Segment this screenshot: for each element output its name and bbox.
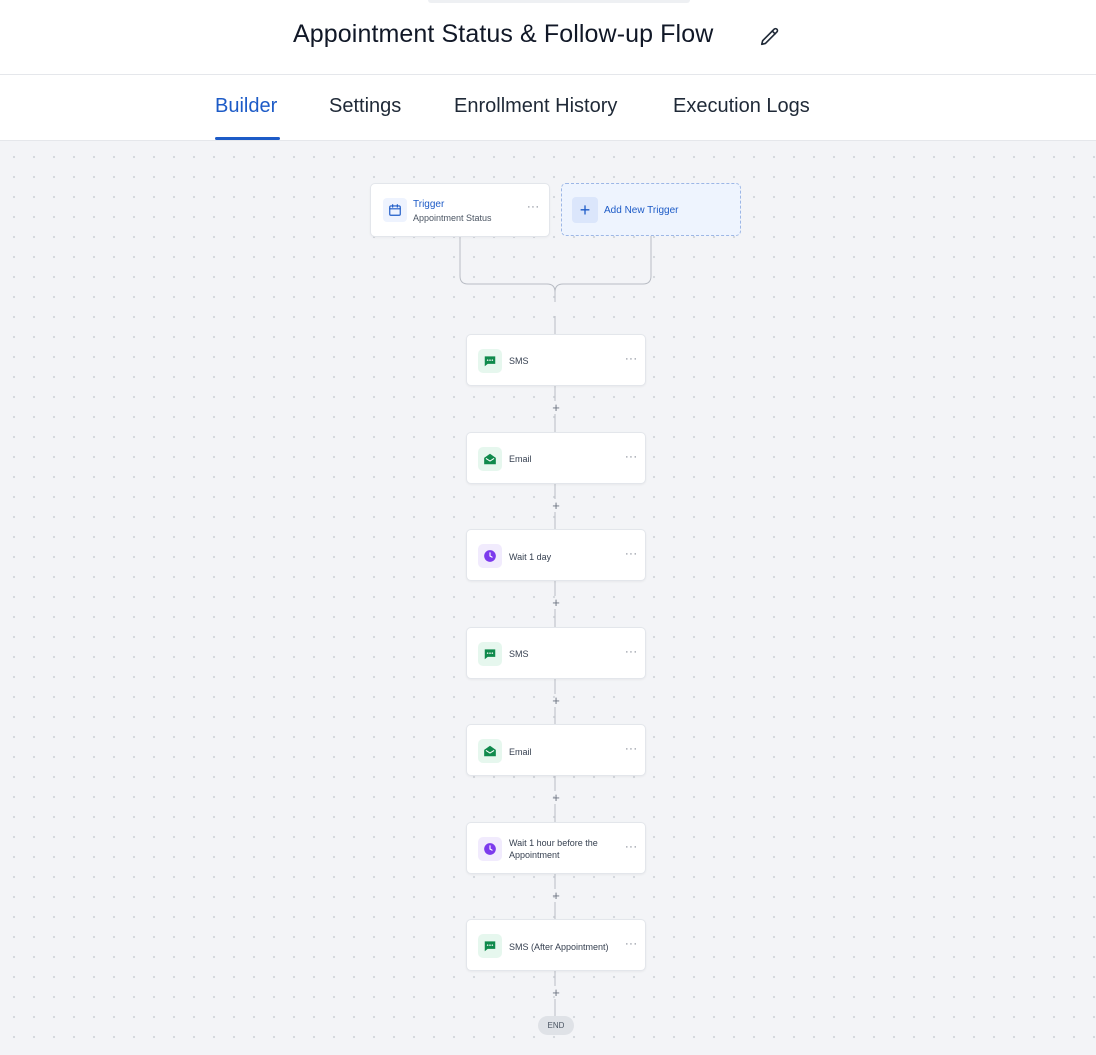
chat-icon [478,349,502,373]
action-label: SMS (After Appointment) [509,942,609,952]
calendar-icon [383,198,407,222]
action-card-sms[interactable]: SMS ··· [466,627,646,679]
action-menu-button[interactable]: ··· [625,354,638,365]
action-label: SMS [509,356,529,366]
active-tab-indicator [215,137,280,140]
clock-icon [478,544,502,568]
add-new-trigger-button[interactable]: + Add New Trigger [561,183,741,236]
chat-icon [478,934,502,958]
action-card-wait[interactable]: Wait 1 hour before the Appointment ··· [466,822,646,874]
action-menu-button[interactable]: ··· [625,647,638,658]
top-handle [428,0,690,3]
add-step-plus-icon[interactable]: + [550,401,562,414]
action-menu-button[interactable]: ··· [625,939,638,950]
action-card-sms[interactable]: SMS ··· [466,334,646,386]
add-step-plus-icon[interactable]: + [550,791,562,804]
action-label: SMS [509,649,529,659]
mail-open-icon [478,739,502,763]
workflow-title: Appointment Status & Follow-up Flow [293,20,714,48]
trigger-title: Trigger [413,199,445,210]
add-trigger-label: Add New Trigger [604,205,679,216]
action-card-wait[interactable]: Wait 1 day ··· [466,529,646,581]
action-card-email[interactable]: Email ··· [466,724,646,776]
end-marker: END [538,1016,574,1035]
action-menu-button[interactable]: ··· [625,744,638,755]
tab-execution-logs[interactable]: Execution Logs [673,95,810,118]
app-header: Appointment Status & Follow-up Flow [0,0,1096,75]
action-label: Email [509,454,532,464]
action-card-sms[interactable]: SMS (After Appointment) ··· [466,919,646,971]
action-menu-button[interactable]: ··· [625,842,638,853]
action-menu-button[interactable]: ··· [625,549,638,560]
add-step-plus-icon[interactable]: + [550,889,562,902]
mail-open-icon [478,447,502,471]
action-label: Wait 1 day [509,552,552,562]
action-label: Email [509,747,532,757]
plus-icon: + [572,197,598,223]
add-step-plus-icon[interactable]: + [550,499,562,512]
add-step-plus-icon[interactable]: + [550,596,562,609]
add-step-plus-icon[interactable]: + [550,694,562,707]
edit-title-button[interactable] [756,23,784,51]
action-label: Wait 1 hour before the Appointment [509,838,598,860]
chat-icon [478,642,502,666]
tab-settings[interactable]: Settings [329,95,401,118]
trigger-menu-button[interactable]: ··· [527,202,540,213]
trigger-subtitle: Appointment Status [413,213,492,223]
pencil-icon [760,27,779,46]
tab-builder[interactable]: Builder [215,95,277,118]
clock-icon [478,837,502,861]
tab-bar: Builder Settings Enrollment History Exec… [0,75,1096,141]
trigger-card[interactable]: Trigger Appointment Status ··· [370,183,550,237]
action-menu-button[interactable]: ··· [625,452,638,463]
workflow-canvas[interactable] [0,141,1096,1055]
add-step-plus-icon[interactable]: + [550,986,562,999]
tab-enrollment-history[interactable]: Enrollment History [454,95,617,118]
action-card-email[interactable]: Email ··· [466,432,646,484]
